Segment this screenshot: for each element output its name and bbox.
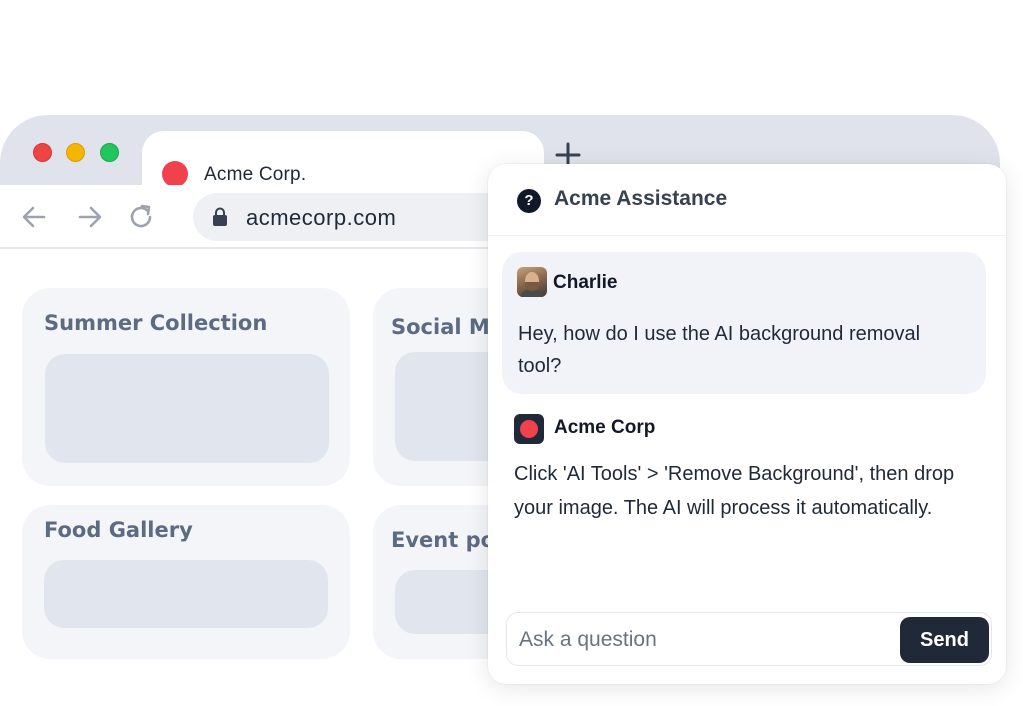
user-name: Charlie [553, 272, 618, 293]
favicon-icon [162, 161, 188, 187]
forward-arrow-icon[interactable] [76, 203, 104, 231]
question-input[interactable] [519, 623, 889, 657]
bot-name: Acme Corp [554, 417, 656, 438]
address-bar[interactable]: acmecorp.com [193, 193, 523, 241]
chat-panel: ? Acme Assistance Charlie Hey, how do I … [488, 164, 1006, 684]
url-text: acmecorp.com [246, 205, 397, 230]
card-summer-collection[interactable]: Summer Collection [22, 288, 350, 486]
chat-input-container: Send [506, 612, 992, 666]
chat-header: ? Acme Assistance [488, 164, 1006, 236]
bot-message-text: Click 'AI Tools' > 'Remove Background', … [514, 463, 955, 519]
acme-logo-icon [514, 414, 544, 444]
help-icon: ? [517, 189, 541, 213]
avatar [517, 267, 547, 297]
card-title: Summer Collection [44, 311, 268, 335]
send-button[interactable]: Send [900, 617, 989, 663]
image-placeholder [45, 354, 329, 463]
user-message-text: Hey, how do I use the AI background remo… [518, 323, 921, 377]
tab-title: Acme Corp. [204, 164, 307, 185]
card-food-gallery[interactable]: Food Gallery [22, 505, 350, 659]
user-message-bubble: Charlie Hey, how do I use the AI backgro… [502, 252, 986, 394]
chat-title: Acme Assistance [554, 187, 728, 210]
image-placeholder [44, 560, 328, 628]
window-minimize-button[interactable] [66, 143, 85, 162]
back-arrow-icon[interactable] [20, 203, 48, 231]
reload-icon[interactable] [128, 203, 156, 231]
lock-icon [211, 207, 229, 227]
card-title: Food Gallery [44, 518, 193, 542]
window-maximize-button[interactable] [100, 143, 119, 162]
window-close-button[interactable] [33, 143, 52, 162]
